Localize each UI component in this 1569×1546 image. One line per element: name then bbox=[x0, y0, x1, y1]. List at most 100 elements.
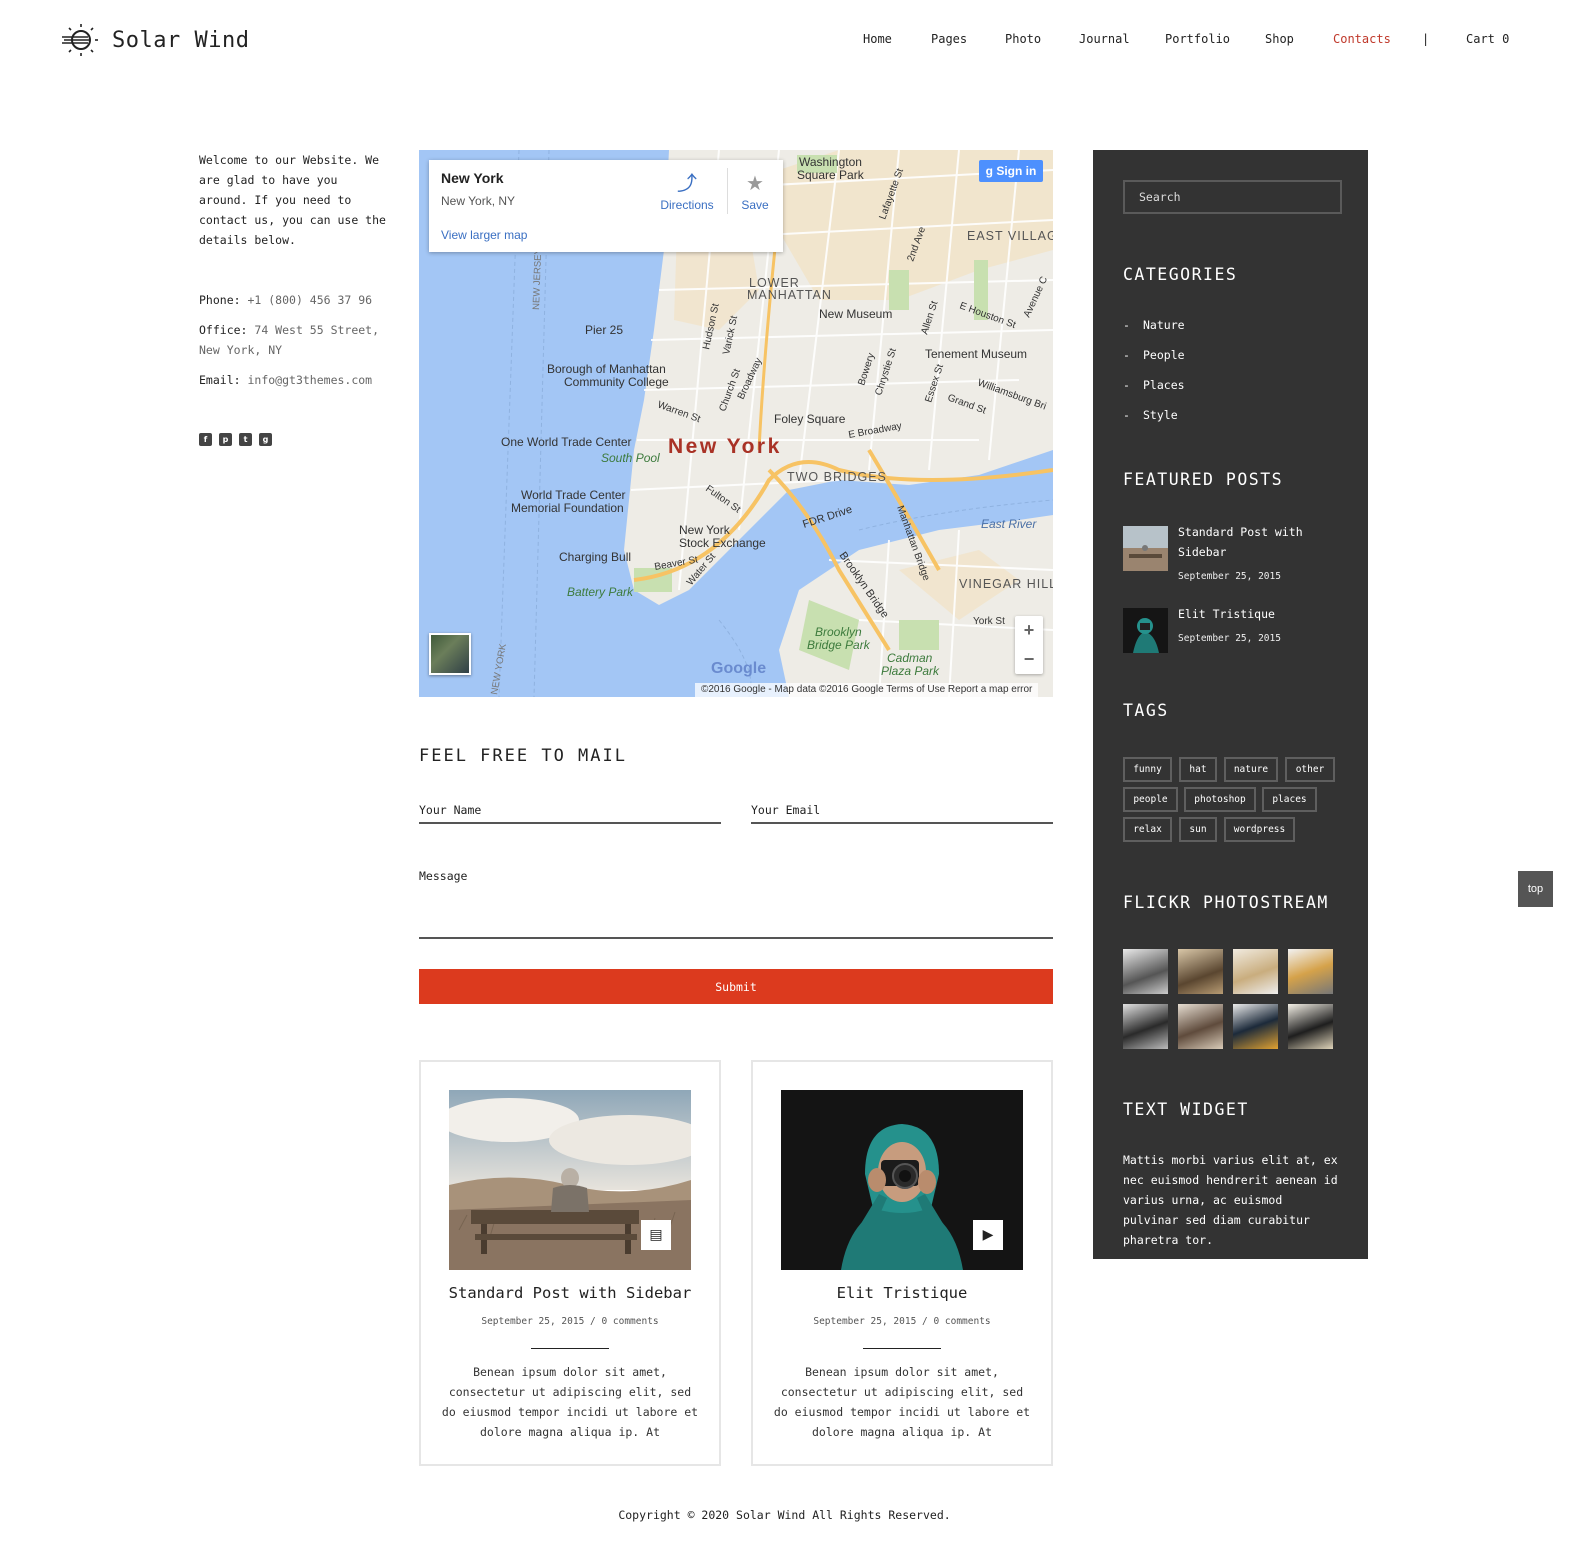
post-image[interactable]: ▶ bbox=[781, 1090, 1023, 1270]
directions-button[interactable]: ⤴ Directions bbox=[657, 170, 717, 212]
map-label-charging-bull: Charging Bull bbox=[559, 550, 631, 564]
form-title: FEEL FREE TO MAIL bbox=[419, 746, 627, 766]
cart-label: Cart bbox=[1466, 32, 1495, 46]
flickr-photo[interactable] bbox=[1178, 949, 1223, 994]
tag-chip[interactable]: nature bbox=[1224, 757, 1278, 782]
map-label-new-museum: New Museum bbox=[819, 307, 892, 321]
flickr-photo[interactable] bbox=[1288, 1004, 1333, 1049]
map-label-east-river: East River bbox=[981, 517, 1037, 531]
nav-pages[interactable]: Pages bbox=[931, 32, 967, 46]
submit-button[interactable]: Submit bbox=[419, 969, 1053, 1004]
map-label-wsp2: Square Park bbox=[797, 168, 865, 182]
sign-in-label: Sign in bbox=[996, 164, 1037, 178]
category-label: People bbox=[1143, 348, 1185, 362]
post-title[interactable]: Standard Post with Sidebar bbox=[421, 1284, 719, 1302]
map-label-york: York St bbox=[973, 616, 1005, 627]
facebook-icon[interactable]: f bbox=[199, 433, 212, 446]
featured-thumb[interactable] bbox=[1123, 526, 1168, 571]
category-item[interactable]: - Style bbox=[1123, 408, 1178, 422]
tag-chip[interactable]: relax bbox=[1123, 817, 1172, 842]
brand-name: Solar Wind bbox=[112, 27, 250, 53]
email-field[interactable]: Your Email bbox=[751, 800, 1053, 824]
nav-separator: | bbox=[1422, 32, 1430, 46]
category-item[interactable]: - Nature bbox=[1123, 318, 1185, 332]
post-card[interactable]: ▤ Standard Post with Sidebar September 2… bbox=[419, 1060, 721, 1466]
place-subtitle: New York, NY bbox=[441, 194, 516, 208]
zoom-control: + − bbox=[1015, 616, 1043, 674]
map-label-battery-park: Battery Park bbox=[567, 585, 634, 599]
featured-posts-heading: FEATURED POSTS bbox=[1123, 470, 1284, 489]
featured-post-title[interactable]: Elit Tristique bbox=[1178, 604, 1338, 624]
welcome-text: Welcome to our Website. We are glad to h… bbox=[199, 153, 386, 247]
map-label-cadman: Cadman bbox=[887, 651, 933, 665]
category-label: Style bbox=[1143, 408, 1178, 422]
twitter-icon[interactable]: t bbox=[239, 433, 252, 446]
search-input[interactable]: Search bbox=[1123, 180, 1342, 214]
tag-chip[interactable]: people bbox=[1123, 787, 1178, 812]
nav-home[interactable]: Home bbox=[863, 32, 892, 46]
post-card[interactable]: ▶ Elit Tristique September 25, 2015 / 0 … bbox=[751, 1060, 1053, 1466]
category-dash: - bbox=[1123, 378, 1130, 392]
tag-chip[interactable]: other bbox=[1285, 757, 1335, 782]
nav-journal[interactable]: Journal bbox=[1079, 32, 1130, 46]
satellite-toggle[interactable] bbox=[429, 633, 471, 675]
post-title[interactable]: Elit Tristique bbox=[753, 1284, 1051, 1302]
cart-count: 0 bbox=[1502, 32, 1510, 46]
google-plus-icon[interactable]: g bbox=[259, 433, 272, 446]
category-dash: - bbox=[1123, 318, 1130, 332]
post-excerpt: Benean ipsum dolor sit amet, consectetur… bbox=[773, 1365, 1031, 1439]
google-map[interactable]: Washington Square Park LOWER MANHATTAN N… bbox=[419, 150, 1053, 697]
zoom-in-button[interactable]: + bbox=[1015, 616, 1043, 645]
contact-info: Welcome to our Website. We are glad to h… bbox=[199, 150, 389, 390]
save-button[interactable]: ★ Save bbox=[737, 170, 773, 212]
post-meta: September 25, 2015 / 0 comments bbox=[481, 1316, 659, 1327]
flickr-photo[interactable] bbox=[1123, 1004, 1168, 1049]
save-label: Save bbox=[741, 198, 769, 212]
post-divider bbox=[531, 1348, 609, 1349]
google-logo: Google bbox=[711, 660, 767, 677]
tag-chip[interactable]: hat bbox=[1179, 757, 1217, 782]
tags-heading: TAGS bbox=[1123, 701, 1169, 720]
map-label-wtc-memorial: World Trade Center bbox=[521, 488, 626, 502]
tag-chip[interactable]: places bbox=[1262, 787, 1317, 812]
nav-cart[interactable]: Cart 0 bbox=[1466, 32, 1509, 46]
nav-portfolio[interactable]: Portfolio bbox=[1165, 32, 1230, 46]
category-label: Nature bbox=[1143, 318, 1185, 332]
back-to-top-button[interactable]: top bbox=[1518, 871, 1553, 907]
bench-thumb bbox=[1123, 526, 1168, 571]
nav-contacts[interactable]: Contacts bbox=[1333, 32, 1391, 46]
categories-heading: CATEGORIES bbox=[1123, 265, 1238, 284]
map-label-new-jersey: NEW JERSEY bbox=[531, 247, 544, 310]
map-attribution[interactable]: ©2016 Google - Map data ©2016 Google Ter… bbox=[695, 683, 1039, 697]
svg-text:Bridge Park: Bridge Park bbox=[807, 638, 871, 652]
view-larger-map-link[interactable]: View larger map bbox=[441, 228, 527, 242]
map-sign-in-button[interactable]: g Sign in bbox=[979, 160, 1043, 182]
flickr-photo[interactable] bbox=[1288, 949, 1333, 994]
map-label-two-bridges: TWO BRIDGES bbox=[787, 470, 887, 484]
tag-chip[interactable]: funny bbox=[1123, 757, 1172, 782]
nav-photo[interactable]: Photo bbox=[1005, 32, 1041, 46]
pinterest-icon[interactable]: p bbox=[219, 433, 232, 446]
category-item[interactable]: - People bbox=[1123, 348, 1185, 362]
zoom-out-button[interactable]: − bbox=[1015, 645, 1043, 674]
flickr-heading: FLICKR PHOTOSTREAM bbox=[1123, 893, 1329, 912]
category-item[interactable]: - Places bbox=[1123, 378, 1185, 392]
message-field[interactable]: Message bbox=[419, 866, 1053, 939]
site-logo[interactable]: Solar Wind bbox=[60, 22, 249, 58]
tag-chip[interactable]: sun bbox=[1179, 817, 1217, 842]
flickr-photo[interactable] bbox=[1233, 1004, 1278, 1049]
flickr-photo[interactable] bbox=[1178, 1004, 1223, 1049]
tag-chip[interactable]: photoshop bbox=[1184, 787, 1256, 812]
email-value[interactable]: info@gt3themes.com bbox=[247, 373, 372, 387]
featured-thumb[interactable] bbox=[1123, 608, 1168, 653]
featured-post-title[interactable]: Standard Post with Sidebar bbox=[1178, 522, 1338, 562]
post-image[interactable]: ▤ bbox=[449, 1090, 691, 1270]
flickr-photo[interactable] bbox=[1123, 949, 1168, 994]
map-label-tenement: Tenement Museum bbox=[925, 347, 1027, 361]
nav-shop[interactable]: Shop bbox=[1265, 32, 1294, 46]
name-field[interactable]: Your Name bbox=[419, 800, 721, 824]
flickr-photo[interactable] bbox=[1233, 949, 1278, 994]
tag-chip[interactable]: wordpress bbox=[1224, 817, 1295, 842]
google-g-icon: g bbox=[985, 164, 997, 178]
name-placeholder: Your Name bbox=[419, 803, 482, 817]
